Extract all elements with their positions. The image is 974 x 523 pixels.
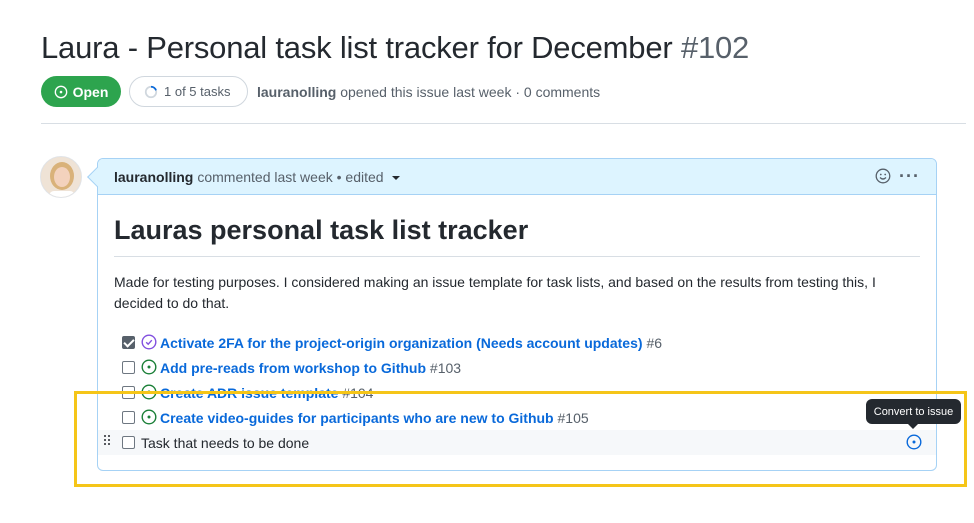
kebab-horizontal-icon[interactable]: ··· bbox=[899, 167, 920, 185]
task-link[interactable]: Add pre-reads from workshop to Github #1… bbox=[160, 360, 461, 376]
draft-task-item[interactable]: Task that needs to be done bbox=[98, 430, 936, 455]
issue-author-link[interactable]: lauranolling bbox=[257, 84, 336, 100]
convert-to-issue-icon[interactable] bbox=[906, 434, 922, 450]
task-item: Create ADR issue template #104 bbox=[98, 380, 936, 405]
issue-state-badge: Open bbox=[41, 76, 121, 107]
comment-header: lauranolling commented last week • edite… bbox=[98, 159, 936, 195]
task-checkbox[interactable] bbox=[122, 386, 135, 399]
smiley-icon[interactable] bbox=[875, 168, 891, 184]
task-item: Activate 2FA for the project-origin orga… bbox=[98, 330, 936, 355]
issue-state-label: Open bbox=[72, 83, 109, 100]
issue-closed-icon bbox=[141, 334, 157, 350]
task-ref: #105 bbox=[557, 409, 589, 426]
issue-opened-icon bbox=[141, 359, 157, 375]
task-item: Create video-guides for participants who… bbox=[98, 405, 936, 430]
heading-rule bbox=[114, 256, 920, 257]
task-ref: #6 bbox=[646, 334, 663, 351]
task-checkbox[interactable] bbox=[122, 411, 135, 424]
task-checkbox[interactable] bbox=[122, 336, 135, 349]
grabber-icon[interactable] bbox=[104, 435, 112, 447]
tasks-progress-pill[interactable]: 1 of 5 tasks bbox=[129, 76, 248, 107]
comment-heading: Lauras personal task list tracker bbox=[114, 215, 529, 245]
task-checkbox[interactable] bbox=[122, 436, 135, 449]
comment-author-link[interactable]: lauranolling bbox=[114, 169, 193, 185]
task-ref: #103 bbox=[429, 359, 462, 376]
issue-title-text: Laura - Personal task list tracker for D… bbox=[41, 30, 673, 65]
issue-opened-icon bbox=[141, 384, 157, 400]
comment-box: lauranolling commented last week • edite… bbox=[97, 158, 937, 471]
issue-opened-icon bbox=[54, 85, 67, 98]
task-link[interactable]: Create ADR issue template #104 bbox=[160, 385, 373, 401]
comment-meta: commented last week • edited bbox=[197, 168, 384, 185]
comment-description: Made for testing purposes. I considered … bbox=[114, 274, 876, 311]
issue-meta: lauranolling opened this issue last week… bbox=[257, 84, 600, 100]
convert-tooltip: Convert to issue bbox=[866, 399, 961, 429]
issue-title: Laura - Personal task list tracker for D… bbox=[41, 30, 749, 66]
issue-number: #102 bbox=[680, 30, 750, 65]
progress-ring-icon bbox=[144, 85, 158, 98]
issue-meta-text: opened this issue last week · 0 comments bbox=[340, 84, 601, 100]
task-checkbox[interactable] bbox=[122, 361, 135, 374]
avatar-image bbox=[41, 157, 81, 197]
issue-opened-icon bbox=[141, 409, 157, 425]
task-ref: #104 bbox=[342, 384, 374, 401]
draft-task-text: Task that needs to be done bbox=[141, 434, 310, 451]
chevron-down-icon[interactable] bbox=[391, 175, 400, 180]
task-link[interactable]: Activate 2FA for the project-origin orga… bbox=[160, 335, 662, 351]
tasks-progress-label: 1 of 5 tasks bbox=[164, 84, 231, 99]
header-divider bbox=[41, 123, 966, 124]
task-item: Add pre-reads from workshop to Github #1… bbox=[98, 355, 936, 380]
task-link[interactable]: Create video-guides for participants who… bbox=[160, 410, 589, 426]
avatar[interactable] bbox=[40, 156, 82, 198]
